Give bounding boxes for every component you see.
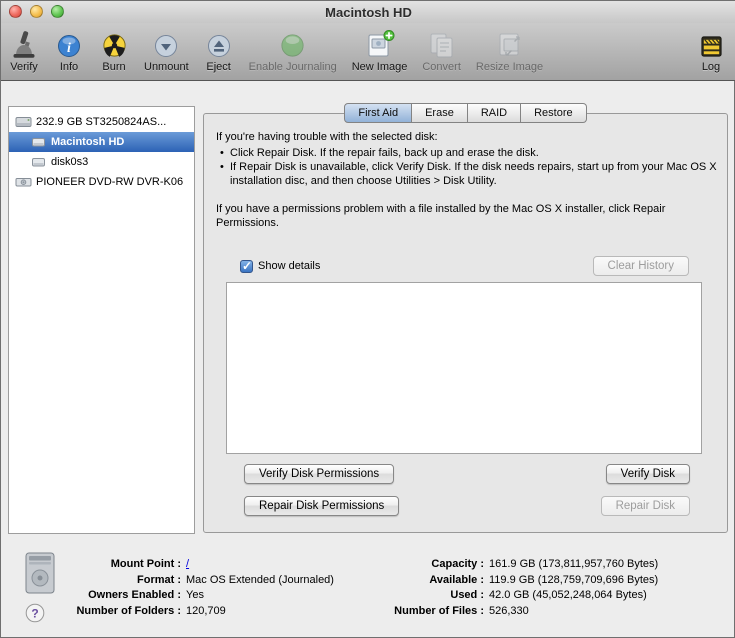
first-aid-pane: If you're having trouble with the select… bbox=[203, 113, 728, 533]
info-label: Format : bbox=[137, 573, 181, 586]
info-row-owners-enabled: Owners Enabled : Yes bbox=[53, 588, 334, 604]
log-icon bbox=[699, 26, 724, 59]
toolbar-item-label: Eject bbox=[206, 61, 231, 73]
repair-disk-button[interactable]: Repair Disk bbox=[600, 496, 690, 516]
toolbar-item-label: Burn bbox=[102, 61, 126, 73]
verify-disk-permissions-button[interactable]: Verify Disk Permissions bbox=[244, 464, 395, 484]
repair-disk-permissions-button[interactable]: Repair Disk Permissions bbox=[244, 496, 400, 516]
intro-text: If you're having trouble with the select… bbox=[216, 131, 438, 143]
info-column-right: Capacity : 161.9 GB (173,811,957,760 Byte… bbox=[319, 557, 658, 619]
toolbar-burn[interactable]: Burn bbox=[99, 26, 129, 73]
sidebar-item-macintosh-hd[interactable]: Macintosh HD bbox=[9, 132, 194, 152]
first-aid-output-area[interactable] bbox=[226, 282, 702, 454]
toolbar-item-label: Unmount bbox=[144, 61, 189, 73]
info-value[interactable]: / bbox=[186, 557, 189, 573]
disk-utility-window: { "window": { "title": "Macintosh HD" },… bbox=[0, 0, 735, 638]
toolbar-log[interactable]: Log bbox=[696, 26, 726, 73]
info-row-number-of-folders: Number of Folders : 120,709 bbox=[53, 604, 334, 620]
verify-button-row: Verify Disk Permissions Verify Disk bbox=[244, 464, 690, 484]
sidebar-item-label: disk0s3 bbox=[51, 156, 89, 168]
optical-drive-icon bbox=[15, 174, 32, 190]
info-label: Number of Files : bbox=[394, 604, 484, 617]
svg-text:?: ? bbox=[31, 606, 38, 620]
info-value: 119.9 GB (128,759,709,696 Bytes) bbox=[489, 573, 659, 586]
toolbar-item-label: New Image bbox=[351, 61, 408, 73]
toolbar-item-label: Info bbox=[59, 61, 79, 73]
sidebar-item-disk0s3[interactable]: disk0s3 bbox=[9, 152, 194, 172]
journaling-icon bbox=[279, 26, 306, 59]
burn-icon bbox=[101, 26, 128, 59]
device-sidebar: 232.9 GB ST3250824AS... Macintosh HD disk0… bbox=[8, 106, 195, 534]
toolbar: Verify i Info Burn Unmount Eject Enable Journa… bbox=[1, 23, 735, 81]
info-value: Mac OS Extended (Journaled) bbox=[186, 573, 334, 586]
eject-icon bbox=[206, 26, 232, 59]
new-image-icon bbox=[365, 26, 395, 59]
tab-erase[interactable]: Erase bbox=[412, 103, 468, 123]
info-row-format: Format : Mac OS Extended (Journaled) bbox=[53, 573, 334, 589]
convert-icon bbox=[427, 26, 457, 59]
show-details-checkbox[interactable] bbox=[240, 259, 253, 273]
info-value: Yes bbox=[186, 589, 204, 601]
toolbar-item-label: Convert bbox=[422, 61, 461, 73]
tab-raid[interactable]: RAID bbox=[467, 103, 522, 123]
info-row-used: Used : 42.0 GB (45,052,248,064 Bytes) bbox=[319, 588, 658, 604]
info-column-left: Mount Point : / Format : Mac OS Extended (J… bbox=[53, 557, 334, 620]
show-details-label: Show details bbox=[258, 260, 321, 272]
toolbar-unmount[interactable]: Unmount bbox=[144, 26, 189, 73]
clear-history-button[interactable]: Clear History bbox=[592, 256, 689, 276]
sidebar-item-pioneer-dvd-rw-dvr-k06[interactable]: PIONEER DVD-RW DVR-K06 bbox=[9, 172, 194, 192]
info-value: 120,709 bbox=[186, 604, 226, 617]
details-row: Show details Clear History bbox=[240, 256, 689, 276]
volume-icon bbox=[30, 134, 47, 150]
info-row-capacity: Capacity : 161.9 GB (173,811,957,760 Byte… bbox=[319, 557, 658, 573]
info-label: Capacity : bbox=[431, 558, 484, 570]
toolbar-item-label: Resize Image bbox=[475, 61, 544, 73]
tab-first-aid[interactable]: First Aid bbox=[344, 103, 413, 123]
volume-icon bbox=[30, 154, 47, 170]
toolbar-verify[interactable]: Verify bbox=[9, 26, 39, 73]
toolbar-convert: Convert bbox=[422, 26, 461, 73]
info-row-available: Available : 119.9 GB (128,759,709,696 Byt… bbox=[319, 573, 658, 589]
repair-button-row: Repair Disk Permissions Repair Disk bbox=[244, 496, 690, 516]
sidebar-item-label: PIONEER DVD-RW DVR-K06 bbox=[36, 176, 184, 188]
sidebar-item-label: 232.9 GB ST3250824AS... bbox=[36, 116, 167, 128]
info-row-number-of-files: Number of Files : 526,330 bbox=[319, 604, 658, 620]
microscope-icon bbox=[10, 26, 38, 59]
unmount-icon bbox=[153, 26, 179, 59]
info-row-mount-point: Mount Point : / bbox=[53, 557, 334, 573]
verify-disk-button[interactable]: Verify Disk bbox=[605, 464, 690, 484]
info-label: Owners Enabled : bbox=[88, 589, 181, 601]
toolbar-item-label: Enable Journaling bbox=[248, 61, 337, 73]
help-button[interactable]: ? bbox=[25, 603, 45, 623]
toolbar-item-label: Verify bbox=[10, 61, 38, 73]
tab-bar: First Aid Erase RAID Restore bbox=[203, 103, 728, 123]
info-label: Available : bbox=[429, 573, 484, 586]
toolbar-info[interactable]: i Info bbox=[54, 26, 84, 73]
info-value: 161.9 GB (173,811,957,760 Bytes) bbox=[489, 558, 659, 570]
instruction-list: Click Repair Disk. If the repair fails, … bbox=[216, 146, 721, 188]
toolbar-resize-image: Resize Image bbox=[476, 26, 543, 73]
disk-icon bbox=[15, 114, 32, 130]
title-bar: Macintosh HD bbox=[1, 1, 735, 23]
info-value: 42.0 GB (45,052,248,064 Bytes) bbox=[489, 589, 647, 601]
permissions-note: If you have a permissions problem with a… bbox=[216, 203, 666, 229]
info-label: Used : bbox=[450, 589, 484, 601]
info-icon: i bbox=[56, 26, 82, 59]
instruction-bullet: If Repair Disk is unavailable, click Ver… bbox=[216, 160, 721, 188]
sidebar-item-label: Macintosh HD bbox=[51, 136, 125, 148]
info-label: Number of Folders : bbox=[76, 604, 181, 617]
window-title: Macintosh HD bbox=[325, 5, 412, 20]
toolbar-eject[interactable]: Eject bbox=[204, 26, 234, 73]
resize-image-icon bbox=[495, 26, 525, 59]
instruction-bullet: Click Repair Disk. If the repair fails, … bbox=[216, 146, 721, 160]
sidebar-item-232-9-gb-st3250824as[interactable]: 232.9 GB ST3250824AS... bbox=[9, 112, 194, 132]
toolbar-new-image[interactable]: New Image bbox=[351, 26, 408, 73]
svg-text:i: i bbox=[67, 41, 71, 56]
tab-restore[interactable]: Restore bbox=[521, 103, 587, 123]
info-value: 526,330 bbox=[489, 604, 529, 617]
toolbar-enable-journaling: Enable Journaling bbox=[249, 26, 337, 73]
info-label: Mount Point : bbox=[110, 558, 181, 570]
toolbar-item-label: Log bbox=[701, 61, 721, 73]
first-aid-content: If you're having trouble with the select… bbox=[204, 114, 727, 516]
